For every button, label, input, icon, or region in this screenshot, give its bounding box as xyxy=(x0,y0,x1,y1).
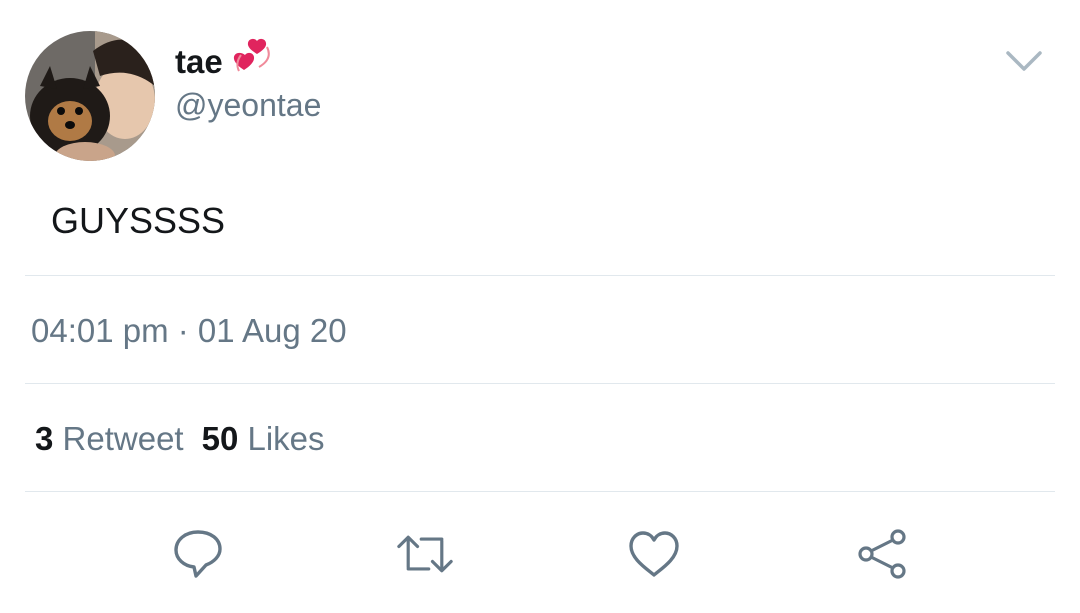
like-count: 50 xyxy=(201,420,239,457)
tweet-timestamp[interactable]: 04:01 pm · 01 Aug 20 xyxy=(31,310,347,352)
revolving-hearts-emoji xyxy=(233,37,273,86)
user-handle[interactable]: @yeontae xyxy=(175,85,321,125)
divider xyxy=(25,383,1055,384)
avatar[interactable] xyxy=(25,31,155,161)
likes-label: Likes xyxy=(247,420,325,457)
like-button[interactable] xyxy=(626,526,682,582)
chevron-down-icon[interactable] xyxy=(1005,48,1043,74)
retweet-count: 3 xyxy=(35,420,54,457)
retweet-stat[interactable]: 3 Retweet xyxy=(35,420,184,457)
share-nodes-icon xyxy=(858,529,906,579)
divider xyxy=(25,275,1055,276)
tweet-stats: 3 Retweet 50 Likes xyxy=(35,418,325,460)
likes-stat[interactable]: 50 Likes xyxy=(202,420,325,457)
share-button[interactable] xyxy=(855,526,911,582)
heart-icon xyxy=(629,531,679,577)
display-name-row[interactable]: tae xyxy=(175,37,273,86)
speech-bubble-icon xyxy=(174,530,222,578)
tweet-text: GUYSSSS xyxy=(51,200,226,241)
reply-button[interactable] xyxy=(170,526,226,582)
divider xyxy=(25,491,1055,492)
retweet-label: Retweet xyxy=(62,420,184,457)
avatar-photo xyxy=(25,31,155,161)
retweet-button[interactable] xyxy=(397,526,453,582)
retweet-arrows-icon xyxy=(397,535,453,573)
display-name[interactable]: tae xyxy=(175,42,223,82)
